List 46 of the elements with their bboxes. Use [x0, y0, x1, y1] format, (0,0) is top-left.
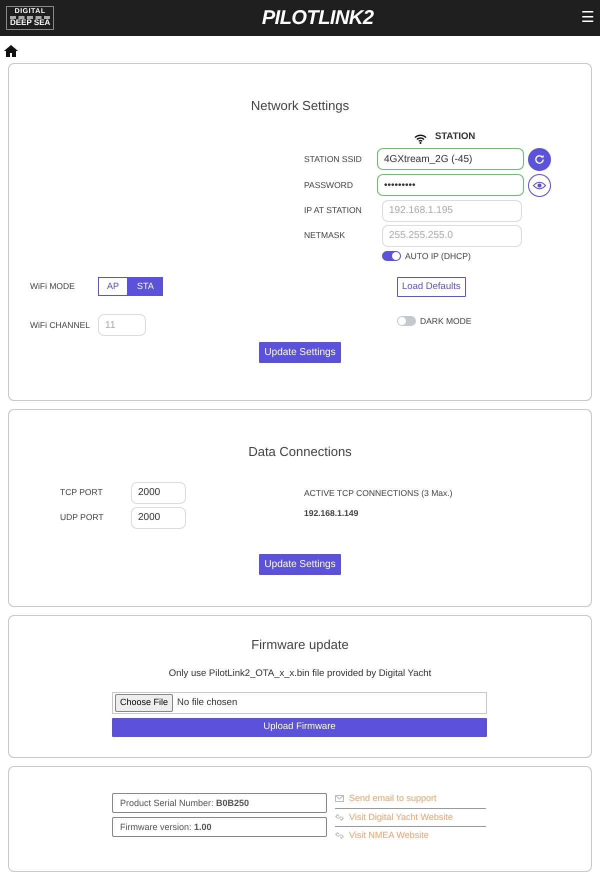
info-field: Product Serial Number: B0B250 — [112, 793, 327, 813]
envelope-icon — [335, 795, 344, 802]
logo-text: DEEP SEA — [10, 19, 50, 28]
toggle-switch[interactable] — [382, 251, 401, 262]
input-field[interactable]: 2000 — [131, 506, 186, 528]
field-label: STATION SSID — [304, 152, 363, 166]
refresh-button[interactable] — [528, 148, 551, 171]
input-field[interactable]: 2000 — [131, 482, 186, 504]
field-label: TCP PORT — [60, 486, 104, 499]
eye-icon — [533, 180, 546, 190]
connections-heading: ACTIVE TCP CONNECTIONS (3 Max.) — [304, 486, 452, 500]
update-settings-button[interactable]: Update Settings — [259, 342, 341, 363]
upload-firmware-button[interactable]: Upload Firmware — [112, 718, 487, 737]
file-input[interactable]: Choose File No file chosen — [112, 692, 487, 714]
mode-toggle[interactable]: AP — [98, 276, 128, 296]
file-status: No file chosen — [177, 696, 238, 710]
choose-file-button[interactable]: Choose File — [115, 694, 174, 712]
firmware-note: Only use PilotLink2_OTA_x_x.bin file provided by Digital Yacht — [168, 666, 432, 680]
brand-logo: PILOTLINK2 — [262, 6, 374, 31]
input-field[interactable]: 4GXtream_2G (-45) — [377, 148, 524, 170]
field-label: WiFi MODE — [30, 280, 76, 293]
toggle-switch[interactable] — [397, 316, 416, 326]
station-heading: STATION — [435, 130, 476, 144]
field-label: UDP PORT — [60, 511, 105, 524]
section-title: Firmware update — [250, 636, 350, 654]
show-password-button[interactable] — [528, 174, 551, 197]
refresh-icon — [534, 154, 545, 165]
link-icon — [335, 814, 344, 821]
section-title: Data Connections — [247, 443, 353, 461]
field-label: PASSWORD — [304, 178, 354, 192]
mode-toggle[interactable]: STA — [128, 276, 163, 296]
info-field: Firmware version: 1.00 — [112, 817, 327, 837]
connection-address: 192.168.1.149 — [304, 507, 360, 520]
field-label: NETMASK — [304, 229, 346, 242]
section-title: Network Settings — [250, 97, 350, 115]
toggle-label: AUTO IP (DHCP) — [405, 250, 471, 262]
field-label: WiFi CHANNEL — [30, 318, 91, 332]
field-label: IP AT STATION — [304, 204, 363, 218]
toggle-label: DARK MODE — [420, 314, 472, 328]
load-defaults-button[interactable]: Load Defaults — [397, 276, 466, 297]
input-field[interactable]: ••••••••• — [377, 174, 524, 196]
home-icon[interactable] — [4, 45, 18, 58]
update-settings-button[interactable]: Update Settings — [259, 554, 341, 574]
menu-button[interactable]: ☰ — [580, 6, 594, 30]
link-icon — [335, 832, 344, 840]
wifi-icon — [414, 134, 427, 144]
